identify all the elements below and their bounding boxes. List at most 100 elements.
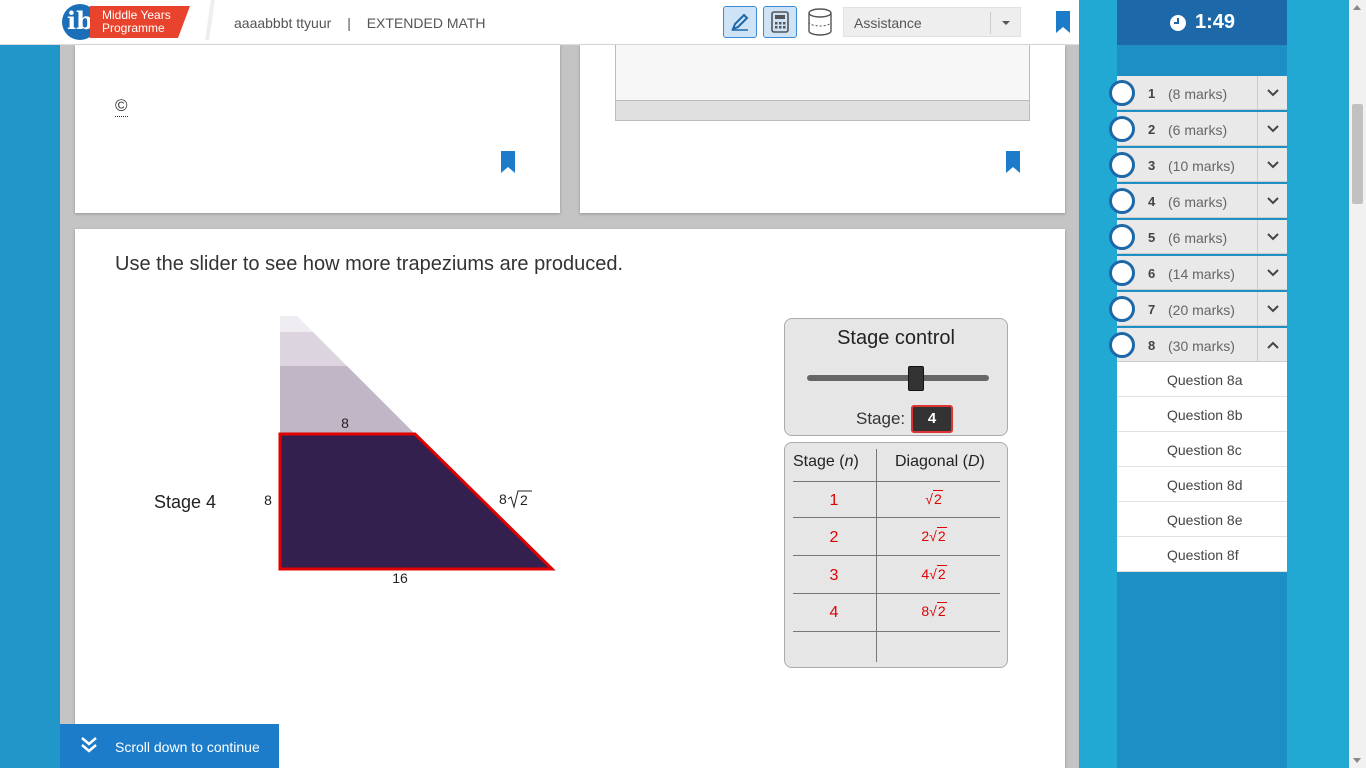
scroll-down-button[interactable]: Scroll down to continue <box>60 724 279 768</box>
chevron-down-icon[interactable] <box>1257 76 1287 110</box>
top-header: ib Middle Years Programme aaaabbbt ttyuu… <box>0 0 1117 45</box>
chevron-down-icon <box>990 12 1020 34</box>
chevron-down-icon[interactable] <box>1257 148 1287 182</box>
sub-question-label: Question 8e <box>1167 512 1243 528</box>
calculator-button[interactable] <box>763 6 797 38</box>
question-marks: (10 marks) <box>1168 158 1235 174</box>
chevron-down-icon[interactable] <box>1257 220 1287 254</box>
copyright-symbol[interactable]: © <box>115 96 128 117</box>
exam-title: aaaabbbt ttyuur | EXTENDED MATH <box>234 15 485 31</box>
ib-logo-banner: Middle Years Programme <box>90 6 190 38</box>
assistance-label: Assistance <box>854 15 922 31</box>
3d-shape-button[interactable] <box>803 6 837 38</box>
double-chevron-down-icon <box>81 737 97 753</box>
scroll-up-arrow-icon[interactable] <box>1353 5 1361 10</box>
chevron-down-icon[interactable] <box>1257 184 1287 218</box>
logo-line-2: Programme <box>102 21 165 35</box>
stage-value-label: Stage: <box>856 409 906 428</box>
question-number: 7 <box>1148 302 1156 317</box>
question-nav-item-2[interactable]: 2 (6 marks) <box>1109 112 1287 146</box>
sub-question-8d[interactable]: Question 8d <box>1117 467 1287 502</box>
question-number: 3 <box>1148 158 1156 173</box>
bookmark-icon[interactable] <box>501 151 515 173</box>
table-header-diagonal: Diagonal (D) <box>895 453 985 470</box>
question-number: 2 <box>1148 122 1156 137</box>
bottom-length-label: 16 <box>392 570 408 586</box>
diagonal-length-label: 8 2 <box>499 490 532 509</box>
question-marks: (6 marks) <box>1168 194 1228 210</box>
pen-tool-button[interactable] <box>723 6 757 38</box>
stage-slider-handle[interactable] <box>908 366 924 391</box>
question-marks: (30 marks) <box>1168 338 1235 354</box>
question-instruction: Use the slider to see how more trapezium… <box>115 253 624 275</box>
table-cell-d: 4√2 <box>921 565 947 582</box>
question-nav-item-7[interactable]: 7 (20 marks) <box>1109 292 1287 326</box>
question-nav-item-5[interactable]: 5 (6 marks) <box>1109 220 1287 254</box>
timer-value: 1:49 <box>1194 11 1236 33</box>
question-number: 4 <box>1148 194 1156 209</box>
question-status-indicator <box>1109 332 1135 358</box>
sub-question-label: Question 8c <box>1167 442 1242 458</box>
stage-1-trapezium <box>280 316 313 332</box>
question-status-indicator <box>1109 116 1135 142</box>
header-divider <box>205 0 215 40</box>
left-length-label: 8 <box>264 492 272 508</box>
calculator-icon <box>771 11 789 33</box>
question-nav-item-4[interactable]: 4 (6 marks) <box>1109 184 1287 218</box>
sub-question-8b[interactable]: Question 8b <box>1117 397 1287 432</box>
top-length-label: 8 <box>341 415 349 431</box>
timer: 1:49 <box>1117 0 1287 45</box>
sub-question-8f[interactable]: Question 8f <box>1117 537 1287 572</box>
chevron-down-icon[interactable] <box>1257 292 1287 326</box>
table-divider <box>793 593 1000 594</box>
stage-value: 4 <box>911 405 953 433</box>
stage-control-title: Stage control <box>837 327 955 349</box>
question-nav-item-6[interactable]: 6 (14 marks) <box>1109 256 1287 290</box>
stage-slider-track[interactable] <box>807 375 989 381</box>
table-cell-n: 2 <box>829 529 839 546</box>
sub-question-label: Question 8b <box>1167 407 1243 423</box>
table-header-stage: Stage (n) <box>793 453 859 470</box>
stage-diagonal-table: Stage (n) Diagonal (D) 1 √2 2 2√2 3 4√2 … <box>784 442 1008 668</box>
question-nav-item-1[interactable]: 1 (8 marks) <box>1109 76 1287 110</box>
table-divider <box>793 517 1000 518</box>
table-divider <box>793 481 1000 482</box>
sub-question-8e[interactable]: Question 8e <box>1117 502 1287 537</box>
stage-label: Stage 4 <box>154 492 217 512</box>
scrollbar-thumb[interactable] <box>1352 104 1363 204</box>
sub-question-label: Question 8a <box>1167 372 1243 388</box>
question-nav-item-3[interactable]: 3 (10 marks) <box>1109 148 1287 182</box>
question-status-indicator <box>1109 224 1135 250</box>
table-cell-n: 3 <box>829 567 839 584</box>
response-box[interactable] <box>615 45 1030 121</box>
sub-question-8c[interactable]: Question 8c <box>1117 432 1287 467</box>
question-status-indicator <box>1109 188 1135 214</box>
bookmark-icon[interactable] <box>1056 11 1070 33</box>
sub-question-8a[interactable]: Question 8a <box>1117 362 1287 397</box>
sub-question-label: Question 8d <box>1167 477 1243 493</box>
table-cell-n: 4 <box>829 604 839 621</box>
assistance-dropdown[interactable]: Assistance <box>843 7 1021 37</box>
table-cell-d: √2 <box>925 490 943 507</box>
page-scrollbar[interactable] <box>1349 0 1366 768</box>
question-nav-item-8[interactable]: 8 (30 marks) <box>1109 328 1287 362</box>
cylinder-icon <box>808 8 832 36</box>
question-status-indicator <box>1109 260 1135 286</box>
table-cell-d: 2√2 <box>921 527 947 544</box>
stage-control-panel: Stage control Stage: 4 <box>784 318 1008 436</box>
question-marks: (6 marks) <box>1168 230 1228 246</box>
response-box-toolbar <box>616 100 1029 120</box>
bookmark-icon[interactable] <box>1006 151 1020 173</box>
stage-2-trapezium <box>280 332 347 366</box>
table-divider <box>793 555 1000 556</box>
question-number: 6 <box>1148 266 1156 281</box>
question-number: 1 <box>1148 86 1156 101</box>
chevron-down-icon[interactable] <box>1257 112 1287 146</box>
chevron-down-icon[interactable] <box>1257 256 1287 290</box>
clock-icon <box>1169 14 1186 31</box>
candidate-name: aaaabbbt ttyuur <box>234 15 332 31</box>
question-number: 5 <box>1148 230 1156 245</box>
question-status-indicator <box>1109 80 1135 106</box>
scroll-down-arrow-icon[interactable] <box>1353 758 1361 763</box>
chevron-up-icon[interactable] <box>1257 328 1287 362</box>
